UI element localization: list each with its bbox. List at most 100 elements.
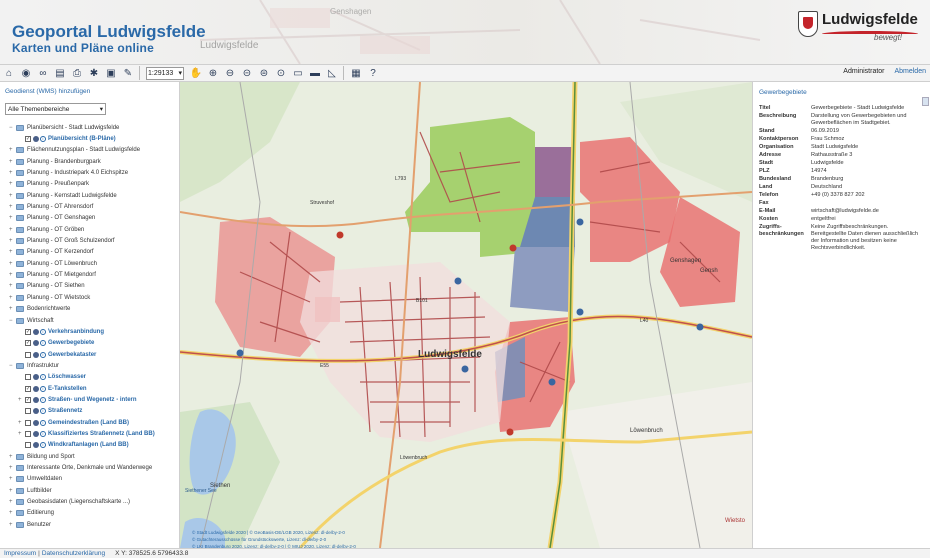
info-icon[interactable]: i	[40, 374, 46, 381]
layer-checkbox[interactable]	[25, 374, 31, 381]
tree-layer[interactable]: ✓ i Planübersicht (B-Pläne)	[9, 133, 179, 144]
expand-icon[interactable]: +	[9, 159, 16, 165]
measure-angle-icon[interactable]: ◺	[325, 66, 339, 80]
measure-area-icon[interactable]: ▬	[308, 66, 322, 80]
tree-folder[interactable]: + Planung - Brandenburgpark	[9, 156, 179, 167]
tree-node-label[interactable]: Planung - Brandenburgpark	[27, 159, 101, 165]
measure-line-icon[interactable]: ▭	[291, 66, 305, 80]
info-icon[interactable]: i	[40, 419, 46, 426]
tree-node-label[interactable]: Straßen- und Wegenetz - intern	[48, 397, 137, 403]
pencil-icon[interactable]: ✎	[121, 66, 135, 80]
expand-icon[interactable]: +	[9, 147, 16, 153]
layer-checkbox[interactable]: ✓	[25, 396, 31, 403]
tree-node-label[interactable]: Planung - OT Kerzendorf	[27, 249, 94, 255]
tree-node-label[interactable]: Wirtschaft	[27, 318, 54, 324]
tree-layer[interactable]: i Straßennetz	[9, 406, 179, 417]
tree-node-label[interactable]: Bildung und Sport	[27, 454, 75, 460]
tree-folder[interactable]: + Editierung	[9, 508, 179, 519]
layer-legend-icon[interactable]	[33, 385, 39, 392]
info-icon[interactable]: i	[40, 385, 46, 392]
tree-layer[interactable]: ✓ i Gewerbegebiete	[9, 338, 179, 349]
expand-icon[interactable]: +	[18, 431, 25, 437]
tree-folder[interactable]: + Flächennutzungsplan - Stadt Ludwigsfeld…	[9, 145, 179, 156]
info-icon[interactable]: i	[40, 430, 46, 437]
info-icon[interactable]: i	[40, 408, 46, 415]
tree-node-label[interactable]: Verkehrsanbindung	[48, 329, 104, 335]
layer-legend-icon[interactable]	[33, 408, 39, 415]
tree-node-label[interactable]: Geobasisdaten (Liegenschaftskarte ...)	[27, 499, 130, 505]
tree-node-label[interactable]: Gemeindestraßen (Land BB)	[48, 420, 129, 426]
pan-hand-icon[interactable]: ✋	[189, 66, 203, 80]
expand-icon[interactable]: +	[9, 465, 16, 471]
tree-node-label[interactable]: Planübersicht - Stadt Ludwigsfelde	[27, 125, 119, 131]
layer-checkbox[interactable]	[25, 408, 31, 415]
expand-icon[interactable]: +	[9, 522, 16, 528]
zoom-prev-icon[interactable]: ⊝	[240, 66, 254, 80]
layer-legend-icon[interactable]	[33, 430, 39, 437]
theme-select[interactable]: Alle Themenbereiche ▾	[5, 103, 106, 115]
tree-folder[interactable]: + Planung - Industriepark 4.0 Eichspitze	[9, 167, 179, 178]
layer-checkbox[interactable]	[25, 351, 31, 358]
tree-layer[interactable]: i Löschwasser	[9, 372, 179, 383]
tree-folder[interactable]: + Planung - OT Gröben	[9, 224, 179, 235]
print-icon[interactable]: ⎙	[70, 66, 84, 80]
expand-icon[interactable]: +	[9, 238, 16, 244]
expand-icon[interactable]: +	[9, 454, 16, 460]
tree-node-label[interactable]: Planübersicht (B-Pläne)	[48, 136, 116, 142]
home-icon[interactable]: ⌂	[2, 66, 16, 80]
settings-icon[interactable]: ✱	[87, 66, 101, 80]
expand-icon[interactable]: +	[9, 499, 16, 505]
tree-node-label[interactable]: Gewerbegebiete	[48, 340, 94, 346]
expand-icon[interactable]: +	[9, 204, 16, 210]
layer-legend-icon[interactable]	[33, 328, 39, 335]
layer-legend-icon[interactable]	[33, 442, 39, 449]
info-icon[interactable]: i	[40, 396, 46, 403]
expand-icon[interactable]: +	[9, 488, 16, 494]
tree-folder[interactable]: − Planübersicht - Stadt Ludwigsfelde	[9, 122, 179, 133]
layer-checkbox[interactable]: ✓	[25, 136, 31, 143]
save-icon[interactable]: ▦	[349, 66, 363, 80]
tree-folder[interactable]: + Planung - Preußenpark	[9, 179, 179, 190]
tree-node-label[interactable]: Infrastruktur	[27, 363, 59, 369]
tree-folder[interactable]: + Planung - OT Kerzendorf	[9, 247, 179, 258]
logout-link[interactable]: Abmelden	[894, 68, 926, 75]
tree-layer[interactable]: + i Gemeindestraßen (Land BB)	[9, 417, 179, 428]
tree-folder[interactable]: − Infrastruktur	[9, 360, 179, 371]
layer-checkbox[interactable]: ✓	[25, 328, 31, 335]
layer-legend-icon[interactable]	[33, 136, 39, 143]
scale-select[interactable]: 1:29133 ▾	[146, 66, 184, 80]
expand-icon[interactable]: +	[9, 510, 16, 516]
expand-icon[interactable]: +	[9, 170, 16, 176]
panel-collapse-handle[interactable]	[922, 97, 929, 106]
layer-legend-icon[interactable]	[33, 374, 39, 381]
expand-icon[interactable]: +	[18, 397, 25, 403]
tree-folder[interactable]: + Planung - OT Groß Schulzendorf	[9, 235, 179, 246]
tree-folder[interactable]: + Luftbilder	[9, 485, 179, 496]
impressum-link[interactable]: Impressum	[4, 550, 36, 557]
tree-folder[interactable]: + Planung - OT Mietgendorf	[9, 269, 179, 280]
collapse-icon[interactable]: −	[9, 363, 16, 369]
zoom-next-icon[interactable]: ⊜	[257, 66, 271, 80]
tree-layer[interactable]: ✓ i E-Tankstellen	[9, 383, 179, 394]
tree-node-label[interactable]: E-Tankstellen	[48, 386, 87, 392]
tree-node-label[interactable]: Umweltdaten	[27, 476, 62, 482]
info-icon[interactable]: i	[40, 328, 46, 335]
zoom-out-icon[interactable]: ⊖	[223, 66, 237, 80]
tree-layer[interactable]: i Gewerbekataster	[9, 349, 179, 360]
expand-icon[interactable]: +	[9, 295, 16, 301]
zoom-full-icon[interactable]: ⊙	[274, 66, 288, 80]
expand-icon[interactable]: +	[9, 215, 16, 221]
collapse-icon[interactable]: −	[9, 125, 16, 131]
layer-checkbox[interactable]	[25, 442, 31, 449]
tree-node-label[interactable]: Planung - OT Groß Schulzendorf	[27, 238, 115, 244]
city-logo[interactable]: Ludwigsfelde bewegt!	[796, 9, 922, 45]
tree-layer[interactable]: + i Klassifiziertes Straßennetz (Land BB)	[9, 428, 179, 439]
tree-node-label[interactable]: Windkraftanlagen (Land BB)	[48, 442, 129, 448]
tree-node-label[interactable]: Luftbilder	[27, 488, 52, 494]
tree-folder[interactable]: + Planung - OT Wietstock	[9, 292, 179, 303]
expand-icon[interactable]: +	[9, 476, 16, 482]
layer-checkbox[interactable]	[25, 430, 31, 437]
layer-checkbox[interactable]: ✓	[25, 385, 31, 392]
map-canvas[interactable]: Ludwigsfelde Genshagen Löwenbruch Siethe…	[180, 82, 752, 548]
tree-node-label[interactable]: Straßennetz	[48, 408, 82, 414]
